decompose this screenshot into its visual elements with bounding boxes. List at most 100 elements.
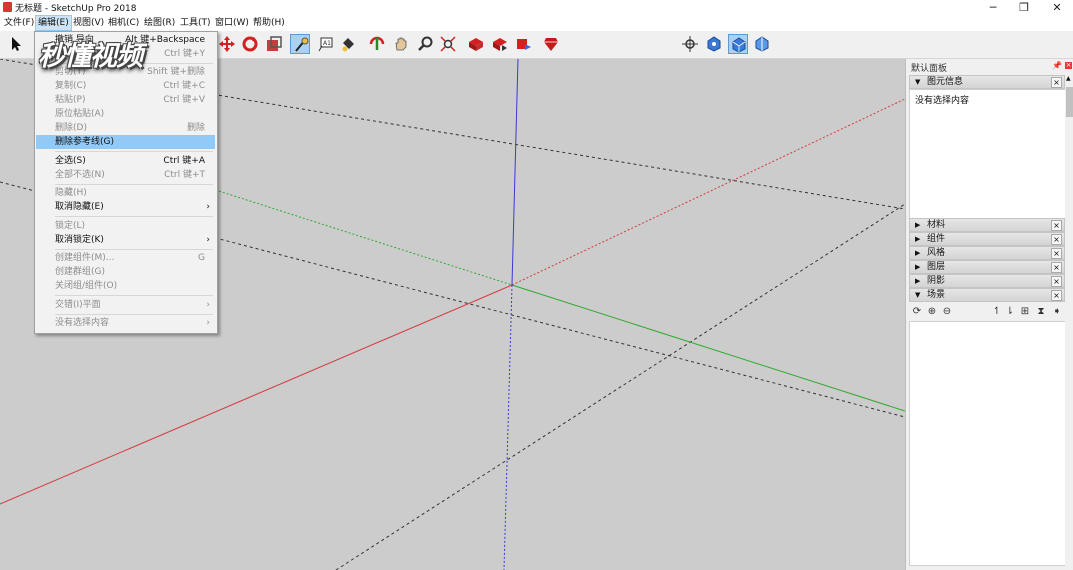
guide-line <box>335 203 905 570</box>
window-title: 无标题 - SketchUp Pro 2018 <box>15 4 137 14</box>
look-around-icon[interactable] <box>704 34 724 54</box>
3d-warehouse-icon[interactable] <box>466 34 486 54</box>
paint-bucket-tool-icon[interactable] <box>338 34 358 54</box>
menu-camera[interactable]: 相机(C) <box>106 16 141 30</box>
pan-tool-icon[interactable] <box>391 34 411 54</box>
menu-separator <box>55 314 213 315</box>
green-axis-dashed <box>199 184 513 286</box>
refresh-icon[interactable]: ⟳ <box>911 306 923 318</box>
rotate-tool-icon[interactable] <box>240 34 260 54</box>
menu-help[interactable]: 帮助(H) <box>251 16 287 30</box>
menu-separator <box>55 249 213 250</box>
remove-scene-icon[interactable]: ⊖ <box>941 306 953 318</box>
menu-item-make-group[interactable]: 创建群组(G) <box>36 265 215 279</box>
zoom-tool-icon[interactable] <box>415 34 435 54</box>
menu-item-select-all[interactable]: 全选(S) Ctrl 键+A <box>36 154 215 168</box>
shadows-header[interactable]: ▶ 阴影 × <box>909 274 1065 288</box>
menu-bar: 文件(F) 编辑(E) 视图(V) 相机(C) 绘图(R) 工具(T) 窗口(W… <box>0 15 1073 31</box>
blue-axis <box>511 59 519 286</box>
expanded-triangle-icon: ▼ <box>915 291 921 299</box>
red-axis-dashed <box>511 98 905 286</box>
menu-item-select-none[interactable]: 全部不选(N) Ctrl 键+T <box>36 168 215 182</box>
extension-warehouse-icon[interactable] <box>541 34 561 54</box>
move-scene-up-icon[interactable]: ↿ <box>991 306 1003 318</box>
scenes-list[interactable] <box>909 321 1067 566</box>
menu-item-unhide[interactable]: 取消隐藏(E) › <box>36 200 215 214</box>
orbit-tool-icon[interactable] <box>367 34 387 54</box>
menu-item-intersect-faces[interactable]: 交错(I)平面 › <box>36 298 215 312</box>
tray-close-icon[interactable]: × <box>1065 62 1072 69</box>
restore-icon[interactable]: ❐ <box>1009 0 1039 15</box>
tape-measure-tool-icon[interactable] <box>290 34 310 54</box>
title-bar: 无标题 - SketchUp Pro 2018 ─ ❐ ✕ <box>0 0 1073 15</box>
menu-item-paste[interactable]: 粘贴(P) Ctrl 键+V <box>36 93 215 107</box>
menu-edit[interactable]: 编辑(E) <box>35 15 72 31</box>
entity-info-body: 没有选择内容 <box>909 89 1067 221</box>
section-plane-icon[interactable] <box>752 34 772 54</box>
submenu-arrow-icon: › <box>206 300 210 310</box>
pin-icon[interactable]: 📌 <box>1052 61 1062 70</box>
zoom-extents-tool-icon[interactable] <box>438 34 458 54</box>
minimize-icon[interactable]: ─ <box>978 0 1008 15</box>
close-icon[interactable]: × <box>1051 276 1062 287</box>
scrollbar-thumb[interactable] <box>1066 87 1073 117</box>
menu-item-hide[interactable]: 隐藏(H) <box>36 186 215 200</box>
menu-separator <box>55 216 213 217</box>
watermark-logo: 秒懂视频 <box>38 41 143 72</box>
entity-info-text: 没有选择内容 <box>915 96 970 106</box>
share-model-icon[interactable] <box>490 34 510 54</box>
menu-item-make-component[interactable]: 创建组件(M)... G <box>36 251 215 265</box>
close-icon[interactable]: × <box>1051 220 1062 231</box>
share-component-icon[interactable] <box>514 34 534 54</box>
collapsed-triangle-icon: ▶ <box>915 263 921 271</box>
svg-text:A1: A1 <box>323 40 331 47</box>
scenes-toolbar: ⟳ ⊕ ⊖ ↿ ⇂ ⊞ ⧗ ➧ <box>909 304 1065 320</box>
close-icon[interactable]: × <box>1051 234 1062 245</box>
close-icon[interactable]: × <box>1051 262 1062 273</box>
view-options-icon[interactable]: ⊞ <box>1019 306 1031 318</box>
scene-menu-icon[interactable]: ➧ <box>1051 306 1063 318</box>
scale-tool-icon[interactable] <box>264 34 284 54</box>
menu-window[interactable]: 窗口(W) <box>213 16 251 30</box>
close-icon[interactable]: × <box>1051 248 1062 259</box>
move-scene-down-icon[interactable]: ⇂ <box>1004 306 1016 318</box>
scenes-header[interactable]: ▼ 场景 × <box>909 288 1065 302</box>
menu-draw[interactable]: 绘图(R) <box>142 16 177 30</box>
menu-tools[interactable]: 工具(T) <box>178 16 213 30</box>
show-details-icon[interactable]: ⧗ <box>1035 306 1047 318</box>
menu-file[interactable]: 文件(F) <box>2 16 36 30</box>
styles-header[interactable]: ▶ 风格 × <box>909 246 1065 260</box>
scroll-up-icon: ▲ <box>1066 75 1071 82</box>
layers-header[interactable]: ▶ 图层 × <box>909 260 1065 274</box>
position-camera-icon[interactable] <box>680 34 700 54</box>
menu-item-no-selection[interactable]: 没有选择内容 › <box>36 316 215 330</box>
move-tool-icon[interactable] <box>217 34 237 54</box>
components-header[interactable]: ▶ 组件 × <box>909 232 1065 246</box>
default-tray: 默认面板 📌 × ▼ 图元信息 × 没有选择内容 ▶ 材料 × ▶ 组件 × ▶ 风格 × … <box>905 59 1073 570</box>
collapsed-triangle-icon: ▶ <box>915 235 921 243</box>
menu-separator <box>55 295 213 296</box>
text-tool-icon[interactable]: A1 <box>315 34 335 54</box>
close-icon[interactable]: × <box>1051 290 1062 301</box>
menu-item-delete[interactable]: 删除(D) 删除 <box>36 121 215 135</box>
menu-view[interactable]: 视图(V) <box>71 16 106 30</box>
blue-axis-dashed <box>503 284 513 570</box>
menu-separator <box>55 184 213 185</box>
menu-separator <box>55 151 213 152</box>
select-tool-icon[interactable] <box>6 34 26 54</box>
menu-item-delete-guides[interactable]: 删除参考线(G) <box>36 135 215 149</box>
menu-item-copy[interactable]: 复制(C) Ctrl 键+C <box>36 79 215 93</box>
menu-item-paste-in-place[interactable]: 原位粘贴(A) <box>36 107 215 121</box>
submenu-arrow-icon: › <box>206 318 210 328</box>
collapsed-triangle-icon: ▶ <box>915 249 921 257</box>
close-icon[interactable]: × <box>1051 77 1062 88</box>
menu-item-lock[interactable]: 锁定(L) <box>36 219 215 233</box>
menu-item-close-group[interactable]: 关闭组/组件(O) <box>36 279 215 293</box>
walk-tool-icon[interactable] <box>728 34 748 54</box>
close-icon[interactable]: ✕ <box>1042 0 1072 15</box>
tray-scrollbar[interactable]: ▲ <box>1065 75 1073 570</box>
add-scene-icon[interactable]: ⊕ <box>926 306 938 318</box>
menu-item-unlock[interactable]: 取消锁定(K) › <box>36 233 215 247</box>
entity-info-header[interactable]: ▼ 图元信息 × <box>909 75 1065 89</box>
materials-header[interactable]: ▶ 材料 × <box>909 218 1065 232</box>
